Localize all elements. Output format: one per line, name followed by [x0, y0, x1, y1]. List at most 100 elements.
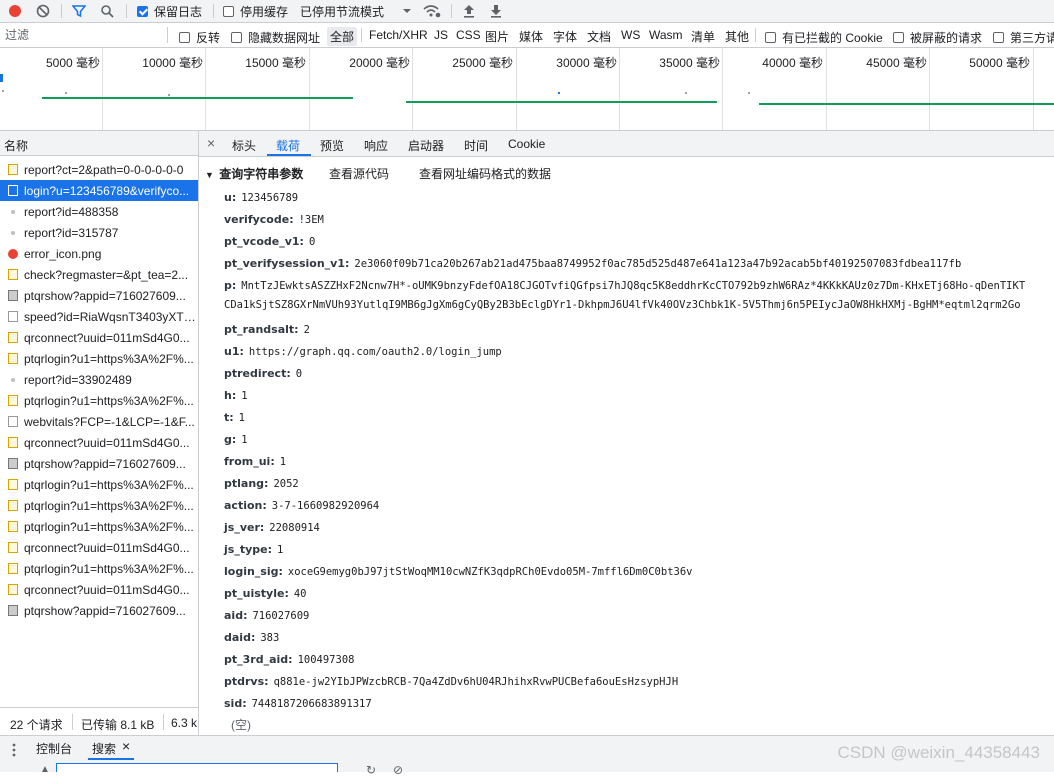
checkbox-unchecked[interactable]: [223, 5, 234, 17]
type-filter-wasm[interactable]: Wasm: [649, 28, 683, 42]
type-filter-media[interactable]: 媒体: [519, 28, 543, 45]
tab-timing[interactable]: 时间: [464, 137, 488, 154]
type-filter-font[interactable]: 字体: [553, 28, 577, 45]
checkbox-unchecked[interactable]: [231, 32, 242, 43]
type-filter-img[interactable]: 图片: [485, 28, 509, 45]
filter-button[interactable]: [70, 2, 88, 20]
request-row[interactable]: report?ct=2&path=0-0-0-0-0-0: [0, 159, 198, 180]
type-filter-doc[interactable]: 文档: [587, 28, 611, 45]
close-icon[interactable]: ×: [207, 135, 215, 151]
type-filter-all[interactable]: 全部: [327, 27, 358, 46]
timeline-request-bar: [759, 103, 1054, 105]
request-list-panel: 名称 report?ct=2&path=0-0-0-0-0-0 login?u=1…: [0, 131, 199, 736]
invert-label: 反转: [196, 31, 221, 45]
request-row[interactable]: ptqrlogin?u1=https%3A%2F%...: [0, 558, 198, 579]
hide-data-urls-checkbox[interactable]: 隐藏数据网址: [231, 29, 320, 46]
request-row[interactable]: report?id=488358: [0, 201, 198, 222]
third-party-checkbox[interactable]: 第三方请求: [993, 29, 1054, 46]
request-row[interactable]: check?regmaster=&pt_tea=2...: [0, 264, 198, 285]
timeline-request-bar: [42, 97, 353, 99]
type-filter-fetch-xhr[interactable]: Fetch/XHR: [369, 28, 428, 42]
query-param-row: aid: 716027609: [224, 609, 309, 622]
throttling-select[interactable]: 已停用节流模式: [300, 2, 412, 20]
view-url-encoded-link[interactable]: 查看网址编码格式的数据: [419, 165, 551, 182]
request-row[interactable]: ptqrlogin?u1=https%3A%2F%...: [0, 474, 198, 495]
type-filter-ws[interactable]: WS: [621, 28, 640, 42]
checkbox-unchecked[interactable]: [893, 32, 904, 43]
request-row[interactable]: ptqrlogin?u1=https%3A%2F%...: [0, 495, 198, 516]
request-row[interactable]: qrconnect?uuid=011mSd4G0...: [0, 579, 198, 600]
import-har-button[interactable]: [461, 2, 477, 20]
tab-search[interactable]: 搜索: [92, 740, 116, 757]
search-option-icon[interactable]: ▲: [40, 764, 50, 775]
param-key: login_sig:: [224, 565, 283, 578]
request-row[interactable]: ptqrlogin?u1=https%3A%2F%...: [0, 348, 198, 369]
tab-preview[interactable]: 预览: [320, 137, 344, 154]
tab-initiator[interactable]: 启动器: [408, 137, 444, 154]
request-row[interactable]: ptqrshow?appid=716027609...: [0, 453, 198, 474]
type-filter-other[interactable]: 其他: [725, 28, 749, 45]
close-search-tab-icon[interactable]: ×: [122, 738, 130, 754]
param-value: 1: [241, 434, 248, 446]
type-filter-css[interactable]: CSS: [456, 28, 481, 42]
param-value: 7448187206683891317: [251, 698, 372, 710]
filter-input[interactable]: [2, 26, 172, 43]
tab-headers[interactable]: 标头: [232, 137, 256, 154]
drawer-menu-button[interactable]: [10, 743, 18, 760]
request-row[interactable]: qrconnect?uuid=011mSd4G0...: [0, 327, 198, 348]
name-column-header[interactable]: 名称: [0, 131, 198, 156]
query-param-row: g: 1: [224, 433, 248, 446]
checkbox-checked[interactable]: [137, 5, 148, 17]
clear-search-icon[interactable]: ⊘: [393, 763, 403, 777]
param-value: q881e-jw2YIbJPWzcbRCB-7Qa4ZdDv6hU04RJhih…: [273, 676, 679, 688]
refresh-icon[interactable]: ↻: [366, 763, 376, 777]
network-conditions-button[interactable]: [422, 2, 442, 20]
disable-cache-checkbox[interactable]: 停用缓存: [223, 2, 288, 20]
checkbox-unchecked[interactable]: [765, 32, 776, 43]
view-source-link[interactable]: 查看源代码: [329, 165, 389, 182]
type-filter-manifest[interactable]: 清单: [691, 28, 715, 45]
request-row[interactable]: report?id=33902489: [0, 369, 198, 390]
clear-button[interactable]: [34, 2, 52, 20]
invert-checkbox[interactable]: 反转: [179, 29, 220, 46]
request-row[interactable]: ptqrshow?appid=716027609...: [0, 285, 198, 306]
request-row[interactable]: login?u=123456789&verifyco...: [0, 180, 198, 201]
tab-console[interactable]: 控制台: [36, 740, 72, 757]
request-name: report?id=315787: [24, 225, 119, 240]
request-name: webvitals?FCP=-1&LCP=-1&F...: [24, 414, 195, 429]
query-param-row: pt_3rd_aid: 100497308: [224, 653, 354, 666]
tab-payload[interactable]: 载荷: [276, 137, 300, 154]
request-row[interactable]: error_icon.png: [0, 243, 198, 264]
preserve-log-checkbox[interactable]: 保留日志: [137, 2, 202, 20]
checkbox-unchecked[interactable]: [993, 32, 1004, 43]
request-row[interactable]: ptqrlogin?u1=https%3A%2F%...: [0, 516, 198, 537]
checkbox-unchecked[interactable]: [179, 32, 190, 43]
timeline-tick-label: 50000 毫秒: [969, 56, 1030, 70]
timeline-overview[interactable]: 5000 毫秒 10000 毫秒 15000 毫秒 20000 毫秒 25000…: [0, 48, 1054, 131]
request-row[interactable]: report?id=315787: [0, 222, 198, 243]
search-button[interactable]: [98, 2, 116, 20]
request-name: ptqrshow?appid=716027609...: [24, 603, 186, 618]
request-type-img-icon: [8, 605, 18, 616]
query-string-section-header[interactable]: ▼ 查询字符串参数: [205, 165, 303, 182]
request-row[interactable]: qrconnect?uuid=011mSd4G0...: [0, 537, 198, 558]
timeline-tick-label: 10000 毫秒: [142, 56, 203, 70]
type-filter-js[interactable]: JS: [434, 28, 448, 42]
blocked-requests-checkbox[interactable]: 被屏蔽的请求: [893, 29, 982, 46]
request-row[interactable]: speed?id=RiaWqsnT3403yXTg...: [0, 306, 198, 327]
request-row[interactable]: ptqrshow?appid=716027609...: [0, 600, 198, 621]
transferred-size: 已传输 8.1 kB: [81, 718, 155, 732]
export-har-button[interactable]: [488, 2, 504, 20]
request-row[interactable]: qrconnect?uuid=011mSd4G0...: [0, 432, 198, 453]
param-value: 3-7-1660982920964: [271, 500, 380, 512]
param-key: sid:: [224, 697, 247, 710]
timeline-request-bar: [406, 101, 717, 103]
blocked-cookies-checkbox[interactable]: 有已拦截的 Cookie: [765, 29, 883, 46]
request-row[interactable]: webvitals?FCP=-1&LCP=-1&F...: [0, 411, 198, 432]
tab-response[interactable]: 响应: [364, 137, 388, 154]
tab-cookies[interactable]: Cookie: [508, 137, 545, 151]
resources-size: 6.3 k: [171, 716, 198, 730]
request-row[interactable]: ptqrlogin?u1=https%3A%2F%...: [0, 390, 198, 411]
request-name: error_icon.png: [24, 246, 102, 261]
record-button[interactable]: [6, 2, 24, 20]
